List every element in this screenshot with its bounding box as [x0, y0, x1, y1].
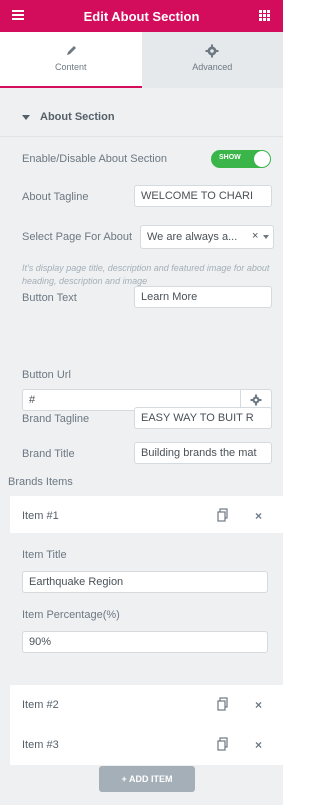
duplicate-icon[interactable] [216, 737, 230, 751]
delete-icon[interactable]: × [255, 509, 262, 523]
toggle-text: SHOW [219, 154, 241, 161]
page-select[interactable]: We are always a... × [140, 225, 274, 249]
chevron-down-icon [263, 235, 269, 239]
section-header-about[interactable]: About Section [0, 100, 283, 136]
button-url-label: Button Url [22, 369, 71, 381]
duplicate-icon[interactable] [216, 697, 230, 711]
brand-title-label: Brand Title [22, 448, 75, 460]
panel-title: Edit About Section [83, 8, 200, 24]
page-hint: It's display page title, description and… [22, 263, 270, 286]
tab-content-label: Content [54, 62, 87, 72]
tab-advanced-label: Advanced [192, 62, 233, 72]
repeater-item[interactable]: Item #1 × [10, 496, 283, 536]
delete-icon[interactable]: × [255, 698, 262, 712]
grid-icon[interactable] [259, 10, 270, 21]
item-title: Item #2 [22, 699, 59, 711]
tagline-label: About Tagline [22, 191, 89, 203]
panel-tabs: Content Advanced [0, 32, 283, 88]
add-item-button[interactable]: + ADD ITEM [99, 766, 195, 792]
tagline-input[interactable]: WELCOME TO CHARI [134, 185, 272, 207]
brands-items-label: Brands Items [8, 476, 73, 488]
gear-icon [205, 44, 219, 58]
page-label: Select Page For About [22, 231, 133, 243]
item-title: Item #3 [22, 739, 59, 751]
item-title-input[interactable]: Earthquake Region [22, 571, 268, 593]
repeater-item[interactable]: Item #3 × [10, 725, 283, 765]
pencil-icon [66, 46, 76, 55]
button-url-value: # [29, 394, 36, 406]
item-title-label: Item Title [22, 549, 67, 561]
tab-advanced[interactable]: Advanced [141, 32, 283, 88]
section-title: About Section [40, 111, 115, 123]
enable-toggle[interactable]: SHOW [211, 150, 271, 168]
section-divider [0, 136, 283, 137]
item-title: Item #1 [22, 510, 59, 522]
button-text-label: Button Text [22, 292, 77, 304]
caret-down-icon [22, 115, 30, 120]
brand-tagline-label: Brand Tagline [22, 413, 90, 425]
item-percentage-input[interactable]: 90% [22, 631, 268, 653]
editor-header: Edit About Section [0, 0, 283, 32]
toggle-knob [254, 151, 270, 167]
brand-tagline-input[interactable]: EASY WAY TO BUIT R [134, 407, 272, 429]
tab-content[interactable]: Content [0, 32, 142, 88]
enable-label: Enable/Disable About Section [22, 153, 167, 165]
item-percentage-label: Item Percentage(%) [22, 609, 120, 621]
hamburger-icon[interactable] [12, 10, 24, 20]
page-select-value: We are always a... [147, 231, 238, 243]
duplicate-icon[interactable] [216, 508, 230, 522]
clear-icon[interactable]: × [252, 230, 258, 242]
button-text-input[interactable]: Learn More [134, 286, 272, 308]
repeater-item[interactable]: Item #2 × [10, 685, 283, 725]
delete-icon[interactable]: × [255, 738, 262, 752]
brand-title-input[interactable]: Building brands the mat [134, 442, 272, 464]
